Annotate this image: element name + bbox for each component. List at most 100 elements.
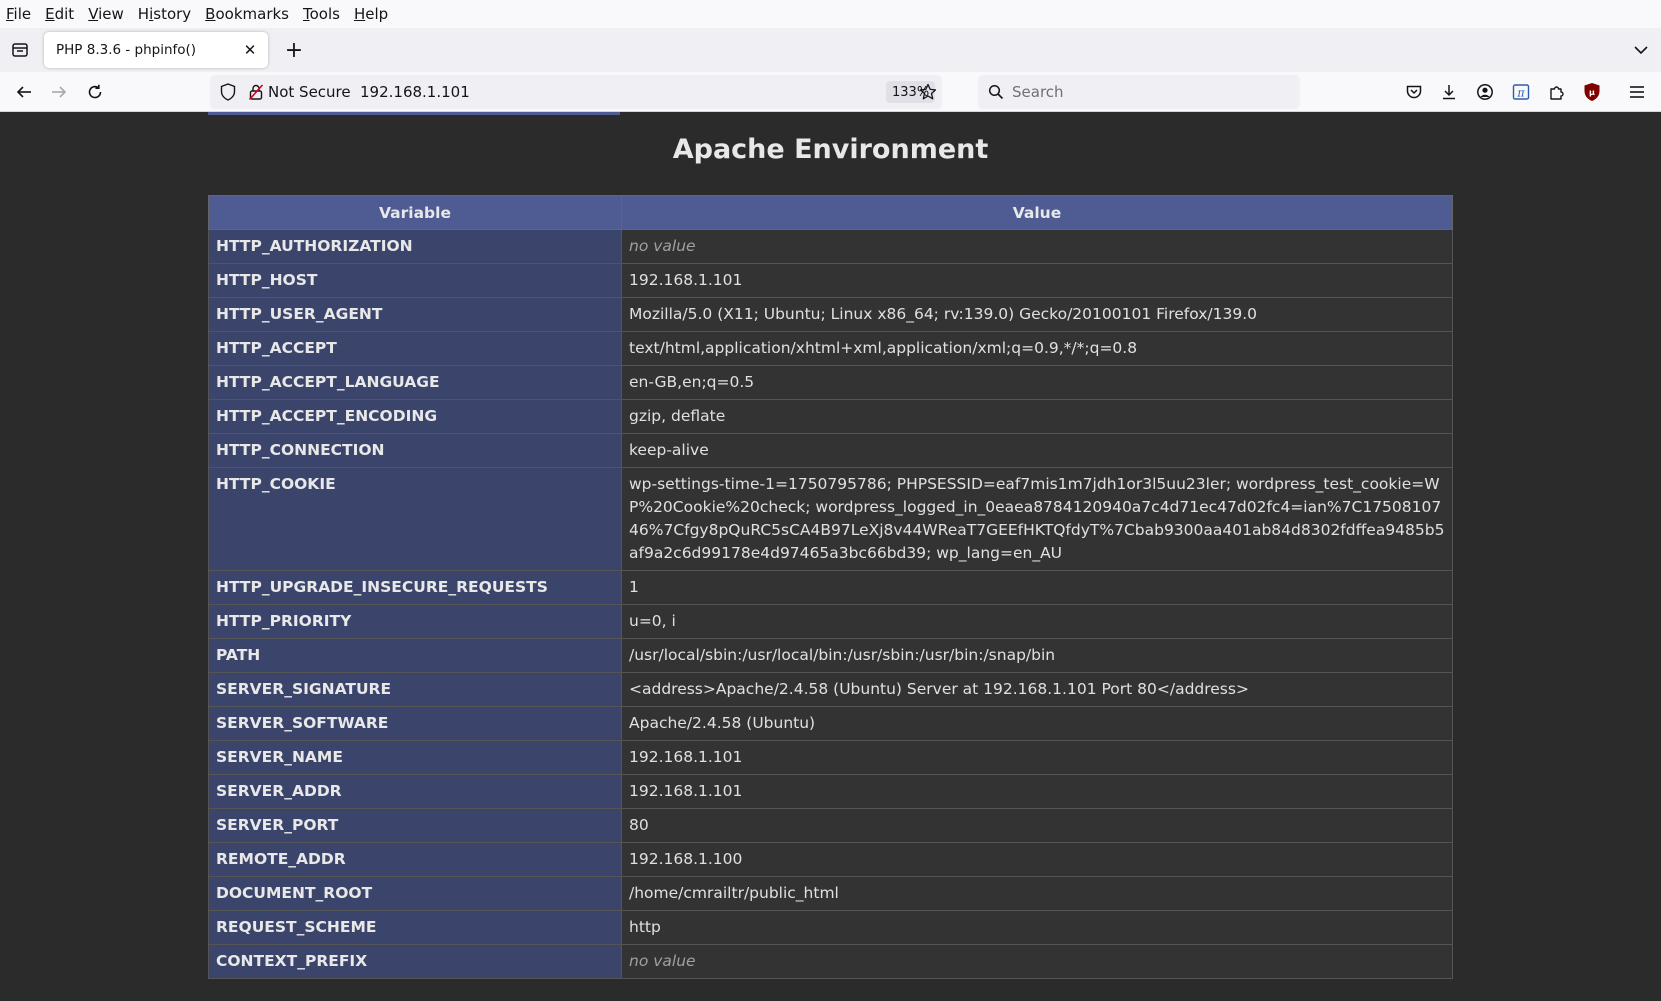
menu-help[interactable]: Help <box>354 5 388 23</box>
menu-bookmarks[interactable]: Bookmarks <box>205 5 289 23</box>
table-row: HTTP_ACCEPT text/html,application/xhtml+x… <box>208 331 1453 366</box>
variable-value-cell: u=0, i <box>621 604 1453 639</box>
table-row: HTTP_HOST 192.168.1.101 <box>208 263 1453 298</box>
variable-name-cell: DOCUMENT_ROOT <box>208 876 622 911</box>
table-row: HTTP_ACCEPT_ENCODING gzip, deflate <box>208 399 1453 434</box>
variable-value-cell: 80 <box>621 808 1453 843</box>
plus-icon[interactable]: + <box>280 36 308 64</box>
variable-name-cell: HTTP_PRIORITY <box>208 604 622 639</box>
section-title: Apache Environment <box>672 134 989 165</box>
variable-name-cell: HTTP_ACCEPT_LANGUAGE <box>208 365 622 400</box>
variable-value-cell: text/html,application/xhtml+xml,applicat… <box>621 331 1453 366</box>
variable-name-cell: SERVER_SOFTWARE <box>208 706 622 741</box>
variable-value-cell: 1 <box>621 570 1453 605</box>
page-content: Apache Environment Variable Value HTTP_A… <box>0 112 1661 1001</box>
table-row: SERVER_ADDR 192.168.1.101 <box>208 774 1453 809</box>
table-row: REMOTE_ADDR 192.168.1.100 <box>208 842 1453 877</box>
star-icon[interactable] <box>916 80 940 104</box>
variable-name-cell: REQUEST_SCHEME <box>208 910 622 945</box>
table-row: SERVER_SOFTWARE Apache/2.4.58 (Ubuntu) <box>208 706 1453 741</box>
variable-name-cell: HTTP_USER_AGENT <box>208 297 622 332</box>
hamburger-menu-icon[interactable] <box>1623 78 1651 106</box>
svg-text:μ: μ <box>1589 88 1595 97</box>
variable-name-cell: HTTP_UPGRADE_INSECURE_REQUESTS <box>208 570 622 605</box>
back-arrow-icon[interactable] <box>10 78 38 106</box>
ublock-icon[interactable]: μ <box>1578 78 1606 106</box>
variable-value-cell: no value <box>621 944 1453 979</box>
account-icon[interactable] <box>1471 78 1499 106</box>
variable-name-cell: HTTP_ACCEPT_ENCODING <box>208 399 622 434</box>
variable-value-cell: 192.168.1.101 <box>621 774 1453 809</box>
table-body: HTTP_AUTHORIZATION no value HTTP_HOST 192.1… <box>208 229 1453 979</box>
variable-value-cell: /home/cmrailtr/public_html <box>621 876 1453 911</box>
variable-name-cell: CONTEXT_PREFIX <box>208 944 622 979</box>
insecure-lock-icon <box>248 84 264 101</box>
variable-name-cell: HTTP_CONNECTION <box>208 433 622 468</box>
table-row: HTTP_UPGRADE_INSECURE_REQUESTS 1 <box>208 570 1453 605</box>
reload-icon[interactable] <box>81 78 109 106</box>
site-security-indicator[interactable]: Not Secure <box>244 79 355 105</box>
table-row: HTTP_ACCEPT_LANGUAGE en-GB,en;q=0.5 <box>208 365 1453 400</box>
menu-history[interactable]: History <box>138 5 191 23</box>
variable-value-cell: <address>Apache/2.4.58 (Ubuntu) Server a… <box>621 672 1453 707</box>
variable-value-cell: http <box>621 910 1453 945</box>
table-row: DOCUMENT_ROOT/home/cmrailtr/public_html <box>208 876 1453 911</box>
variable-name-cell: SERVER_ADDR <box>208 774 622 809</box>
variable-name-cell: SERVER_PORT <box>208 808 622 843</box>
search-icon <box>988 84 1004 100</box>
column-header-value: Value <box>621 195 1453 230</box>
menu-tools[interactable]: Tools <box>303 5 340 23</box>
table-row: SERVER_SIGNATURE <address>Apache/2.4.58 (… <box>208 672 1453 707</box>
menu-edit[interactable]: Edit <box>45 5 74 23</box>
variable-name-cell: PATH <box>208 638 622 673</box>
forward-arrow-icon[interactable] <box>45 78 73 106</box>
variable-name-cell: SERVER_NAME <box>208 740 622 775</box>
variable-value-cell: /usr/local/sbin:/usr/local/bin:/usr/sbin… <box>621 638 1453 673</box>
variable-name-cell: HTTP_ACCEPT <box>208 331 622 366</box>
table-header-row: Variable Value <box>208 195 1453 230</box>
table-row: CONTEXT_PREFIX no value <box>208 944 1453 979</box>
variable-name-cell: HTTP_HOST <box>208 263 622 298</box>
menu-view[interactable]: View <box>88 5 124 23</box>
url-text[interactable]: 192.168.1.101 <box>360 75 470 109</box>
chevron-down-icon[interactable] <box>1629 38 1653 62</box>
tab-title: PHP 8.3.6 - phpinfo() <box>56 42 197 58</box>
svg-text:π: π <box>1516 87 1525 100</box>
search-input[interactable]: Search <box>978 75 1300 109</box>
table-row: SERVER_PORT 80 <box>208 808 1453 843</box>
navigation-bar: Not Secure 192.168.1.101 133% Search π μ <box>0 72 1661 112</box>
variable-value-cell: gzip, deflate <box>621 399 1453 434</box>
firefox-view-icon[interactable] <box>0 28 40 72</box>
table-row: HTTP_USER_AGENT Mozilla/5.0 (X11; Ubuntu;… <box>208 297 1453 332</box>
extensions-icon[interactable] <box>1543 78 1571 106</box>
pocket-icon[interactable] <box>1400 78 1428 106</box>
table-row: HTTP_AUTHORIZATION no value <box>208 229 1453 264</box>
variable-name-cell: SERVER_SIGNATURE <box>208 672 622 707</box>
variable-value-cell: no value <box>621 229 1453 264</box>
variable-value-cell: 192.168.1.101 <box>621 263 1453 298</box>
table-row: HTTP_COOKIE wp-settings-time-1=1750795786… <box>208 467 1453 571</box>
not-secure-label: Not Secure <box>268 83 351 101</box>
variable-value-cell: Apache/2.4.58 (Ubuntu) <box>621 706 1453 741</box>
table-row: PATH/usr/local/sbin:/usr/local/bin:/usr/… <box>208 638 1453 673</box>
extension-pi-icon[interactable]: π <box>1507 78 1535 106</box>
url-bar[interactable]: Not Secure 192.168.1.101 133% <box>210 75 942 109</box>
close-icon[interactable]: ✕ <box>240 40 260 60</box>
table-row: SERVER_NAME 192.168.1.101 <box>208 740 1453 775</box>
table-row: REQUEST_SCHEME http <box>208 910 1453 945</box>
download-icon[interactable] <box>1435 78 1463 106</box>
menu-bar: File Edit View History Bookmarks Tools H… <box>0 0 1661 28</box>
section-divider <box>208 112 620 115</box>
shield-icon[interactable] <box>216 80 240 104</box>
variable-name-cell: REMOTE_ADDR <box>208 842 622 877</box>
variable-name-cell: HTTP_COOKIE <box>208 467 622 571</box>
menu-file[interactable]: File <box>6 5 31 23</box>
column-header-variable: Variable <box>208 195 622 230</box>
table-row: HTTP_PRIORITY u=0, i <box>208 604 1453 639</box>
variable-value-cell: en-GB,en;q=0.5 <box>621 365 1453 400</box>
table-row: HTTP_CONNECTION keep-alive <box>208 433 1453 468</box>
tab-active[interactable]: PHP 8.3.6 - phpinfo() ✕ <box>44 32 268 68</box>
variable-value-cell: keep-alive <box>621 433 1453 468</box>
variable-value-cell: 192.168.1.101 <box>621 740 1453 775</box>
search-placeholder: Search <box>1012 83 1064 101</box>
